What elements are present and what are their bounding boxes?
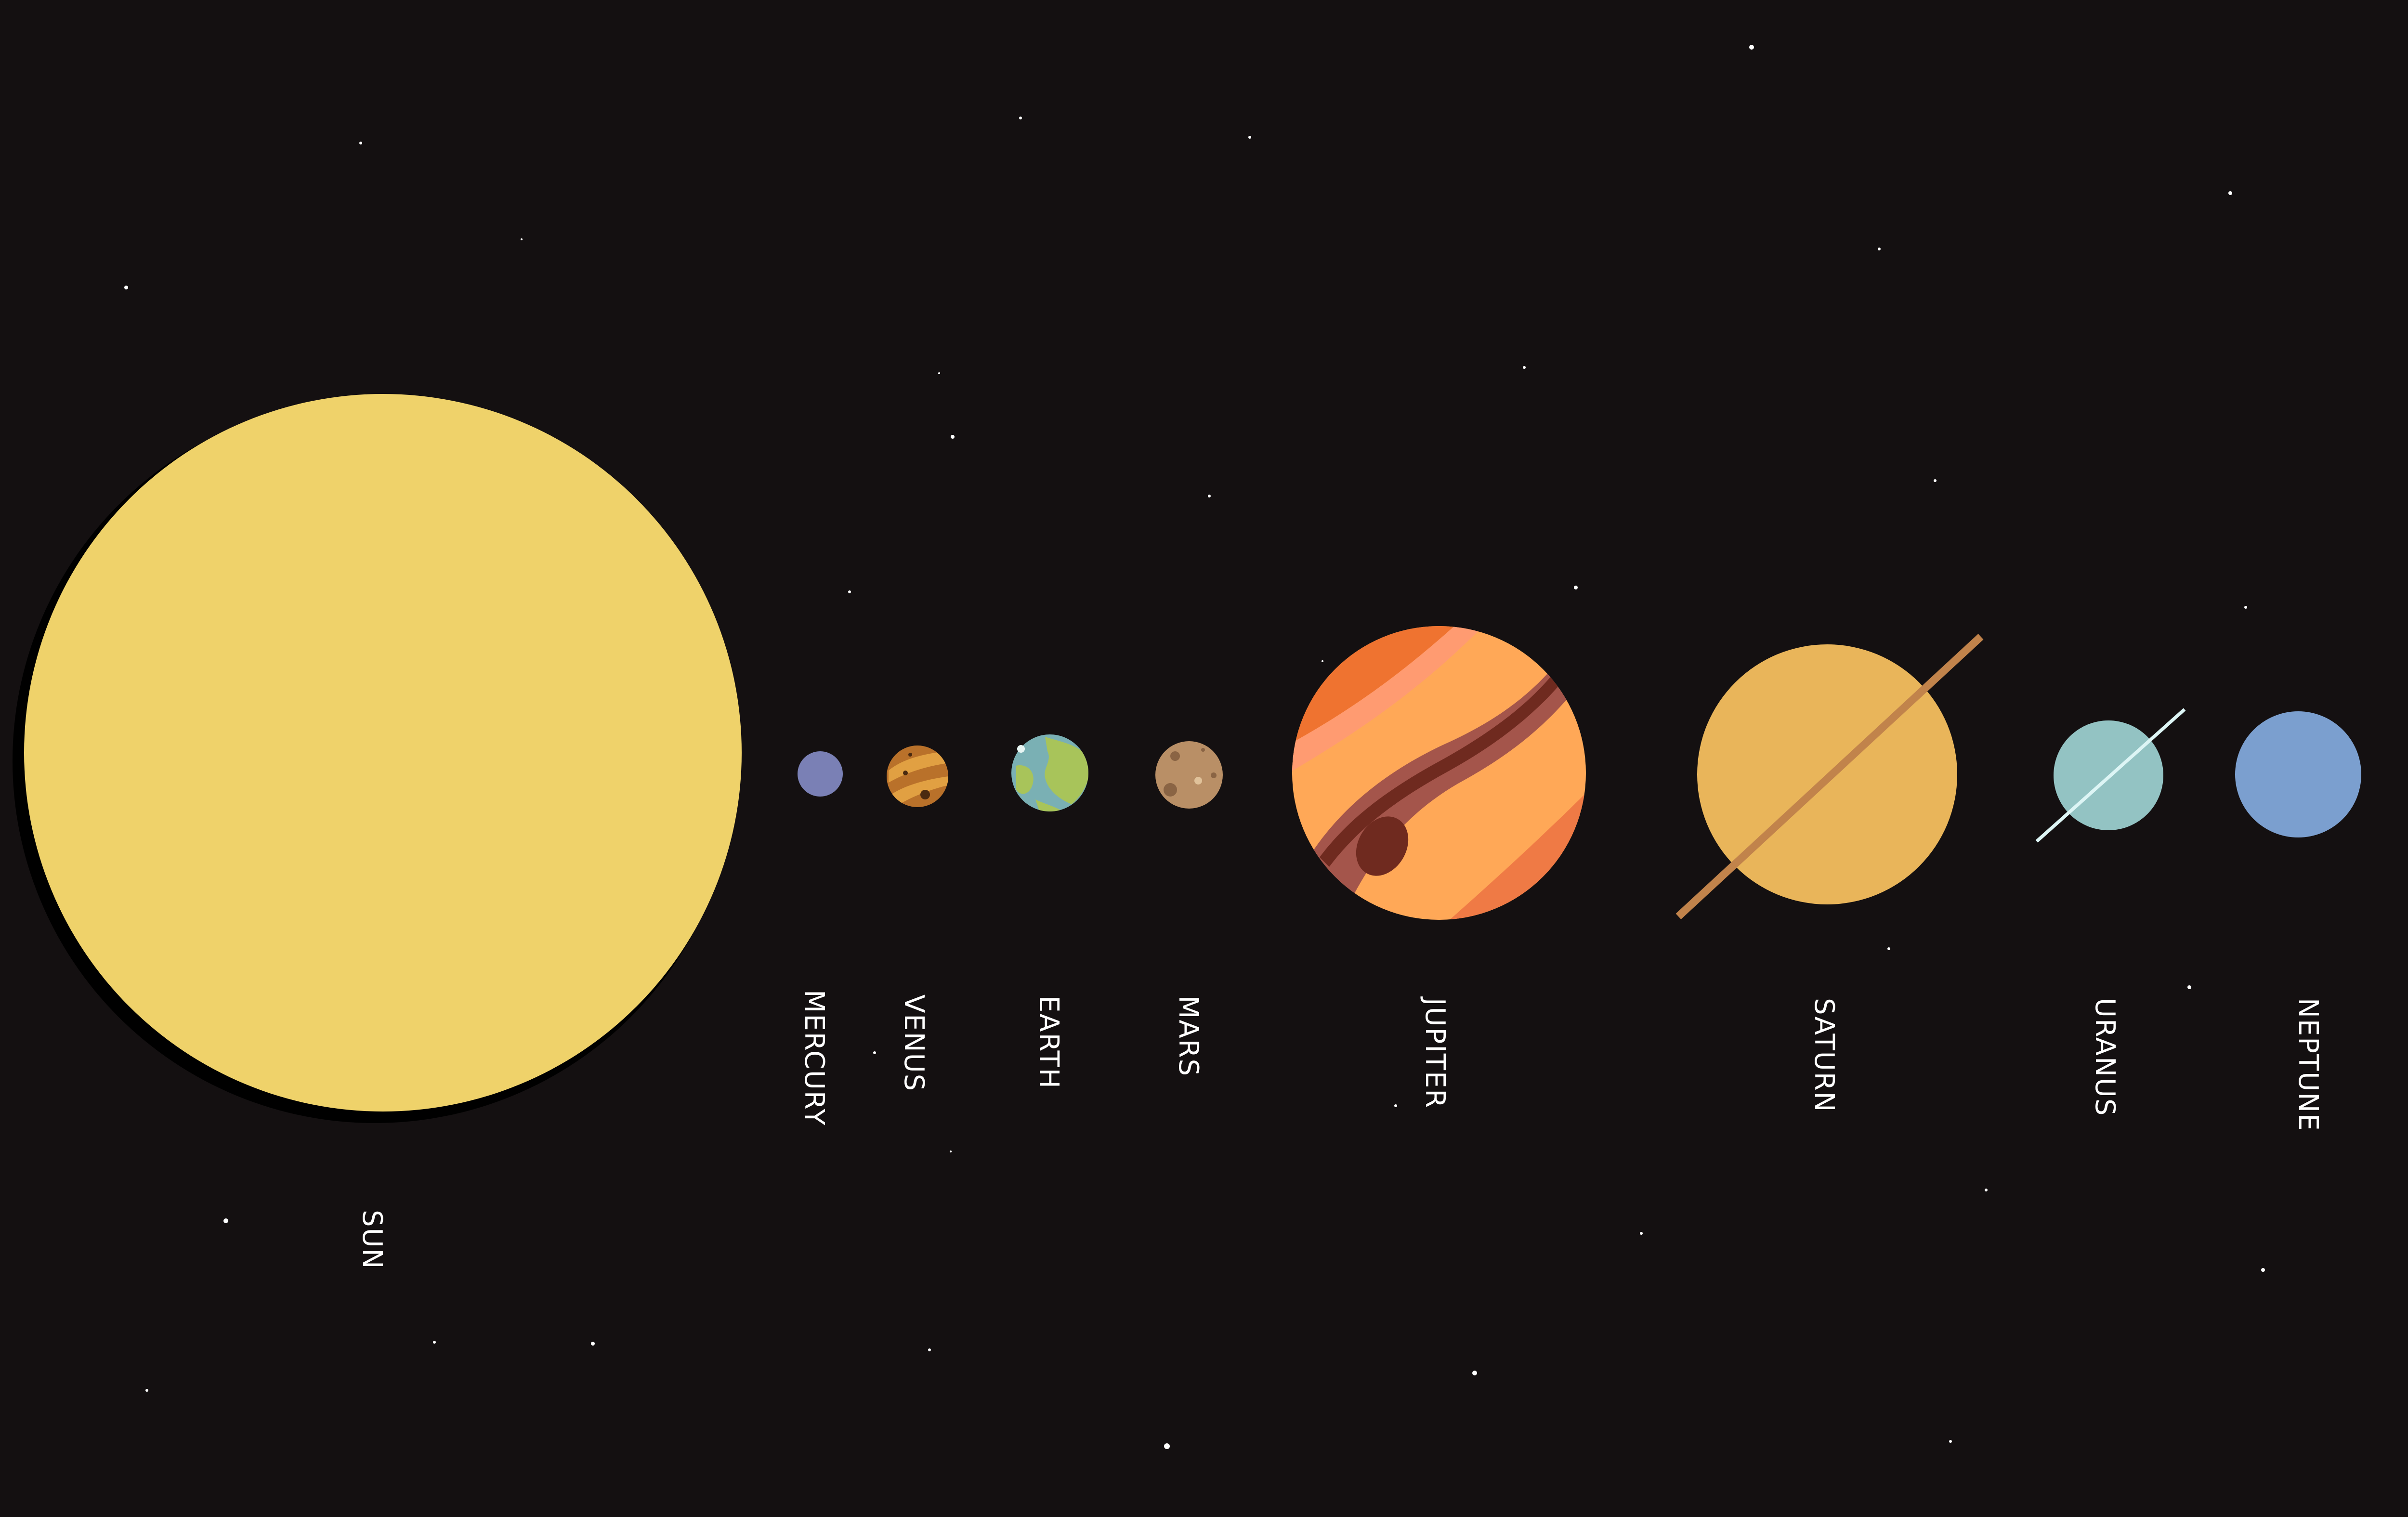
- saturn: [1675, 634, 1984, 919]
- mercury: [798, 751, 843, 797]
- star: [928, 1348, 931, 1351]
- star: [1019, 117, 1022, 119]
- star: [2244, 606, 2247, 609]
- star: [1878, 248, 1881, 250]
- uranus: [2035, 708, 2186, 843]
- star: [2187, 985, 2191, 989]
- star: [2261, 1268, 2265, 1272]
- star: [951, 435, 955, 439]
- label-sun: SUN: [356, 1210, 388, 1270]
- label-saturn: SATURN: [1808, 998, 1840, 1113]
- label-mars: MARS: [1173, 995, 1204, 1077]
- star: [938, 372, 940, 374]
- star: [521, 238, 523, 240]
- star: [2228, 191, 2232, 195]
- star: [433, 1341, 436, 1344]
- star: [1472, 1371, 1477, 1375]
- star: [1640, 1232, 1643, 1235]
- star: [950, 1151, 952, 1152]
- star: [359, 142, 362, 144]
- mars: [1155, 741, 1223, 809]
- star: [1322, 660, 1323, 662]
- star: [1248, 136, 1251, 139]
- star: [848, 590, 851, 593]
- star: [1164, 1443, 1170, 1449]
- label-uranus: URANUS: [2089, 998, 2120, 1117]
- star: [591, 1342, 595, 1346]
- venus: [887, 745, 948, 807]
- jupiter: [1292, 626, 1586, 920]
- solar-system-graphic: [13, 45, 2361, 1449]
- star: [1985, 1189, 1988, 1191]
- neptune: [2235, 711, 2361, 837]
- label-mercury: MERCURY: [798, 990, 830, 1126]
- star: [1208, 495, 1211, 497]
- star: [1949, 1440, 1952, 1443]
- label-jupiter: JUPITER: [1419, 998, 1451, 1109]
- label-earth: EARTH: [1033, 995, 1064, 1089]
- star: [1394, 1104, 1397, 1107]
- solar-system-diagram: SUN MERCURY VENUS EARTH MARS JUPITER SAT…: [0, 0, 2408, 1517]
- earth: [1011, 734, 1088, 811]
- star: [124, 286, 128, 289]
- star: [1523, 366, 1526, 369]
- star: [1574, 586, 1578, 589]
- star: [1887, 947, 1890, 950]
- star: [1749, 45, 1754, 50]
- label-neptune: NEPTUNE: [2292, 998, 2324, 1132]
- star: [145, 1389, 148, 1392]
- label-venus: VENUS: [898, 994, 929, 1092]
- star: [1934, 479, 1937, 482]
- star: [873, 1051, 876, 1054]
- sun: [13, 394, 742, 1123]
- star: [223, 1218, 228, 1223]
